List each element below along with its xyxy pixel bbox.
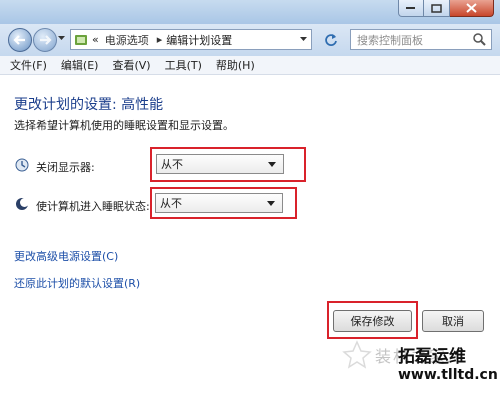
minimize-button[interactable] — [398, 0, 424, 17]
menu-bar: 文件(F) 编辑(E) 查看(V) 工具(T) 帮助(H) — [0, 56, 500, 75]
close-icon — [466, 3, 477, 13]
maximize-icon — [431, 3, 442, 13]
address-bar: « 电源选项 ▸ 编辑计划设置 搜索控制面板 — [0, 24, 500, 56]
watermark-brand: 拓磊运维 — [398, 347, 466, 367]
advanced-power-settings-link[interactable]: 更改高级电源设置(C) — [14, 248, 118, 264]
restore-defaults-link[interactable]: 还原此计划的默认设置(R) — [14, 275, 140, 291]
sleep-select[interactable]: 从不 — [155, 193, 283, 213]
minimize-icon — [406, 7, 415, 9]
breadcrumb-prefix[interactable]: « — [92, 33, 99, 46]
refresh-button[interactable] — [320, 30, 342, 49]
close-button[interactable] — [450, 0, 494, 17]
search-icon[interactable] — [473, 33, 486, 46]
search-input[interactable]: 搜索控制面板 — [350, 29, 492, 50]
address-field[interactable]: « 电源选项 ▸ 编辑计划设置 — [70, 29, 312, 50]
cancel-button[interactable]: 取消 — [422, 310, 484, 332]
watermark-star-icon — [342, 340, 372, 369]
moon-icon — [16, 198, 29, 210]
chevron-down-icon — [268, 162, 276, 167]
refresh-icon — [325, 33, 337, 46]
menu-edit[interactable]: 编辑(E) — [54, 57, 106, 73]
address-dropdown-icon[interactable] — [300, 37, 307, 42]
recent-pages-dropdown-icon[interactable] — [58, 36, 65, 41]
chevron-down-icon — [267, 201, 275, 206]
save-button[interactable]: 保存修改 — [333, 310, 412, 332]
breadcrumb-item[interactable]: 编辑计划设置 — [166, 32, 232, 48]
display-off-value: 从不 — [161, 158, 183, 171]
page-description: 选择希望计算机使用的睡眠设置和显示设置。 — [14, 119, 234, 132]
back-arrow-icon — [13, 35, 25, 45]
menu-help[interactable]: 帮助(H) — [209, 57, 262, 73]
menu-file[interactable]: 文件(F) — [0, 57, 54, 73]
display-off-label: 关闭显示器: — [36, 161, 95, 174]
forward-arrow-icon — [40, 35, 52, 45]
window-controls — [398, 0, 494, 17]
sleep-value: 从不 — [160, 197, 182, 210]
watermark-url: www.tlltd.cn — [398, 367, 498, 383]
display-off-select[interactable]: 从不 — [156, 154, 284, 174]
control-panel-icon — [74, 33, 88, 47]
back-button[interactable] — [8, 28, 32, 52]
monitor-icon — [15, 158, 29, 172]
breadcrumb-separator[interactable]: ▸ — [157, 33, 163, 46]
page-title: 更改计划的设置: 高性能 — [14, 97, 164, 113]
sleep-label: 使计算机进入睡眠状态: — [36, 200, 150, 213]
maximize-button[interactable] — [424, 0, 450, 17]
title-bar — [0, 0, 500, 24]
search-placeholder: 搜索控制面板 — [357, 33, 423, 47]
breadcrumb-item[interactable]: 电源选项 — [105, 32, 149, 48]
menu-tools[interactable]: 工具(T) — [158, 57, 209, 73]
forward-button[interactable] — [33, 28, 57, 52]
menu-view[interactable]: 查看(V) — [105, 57, 157, 73]
